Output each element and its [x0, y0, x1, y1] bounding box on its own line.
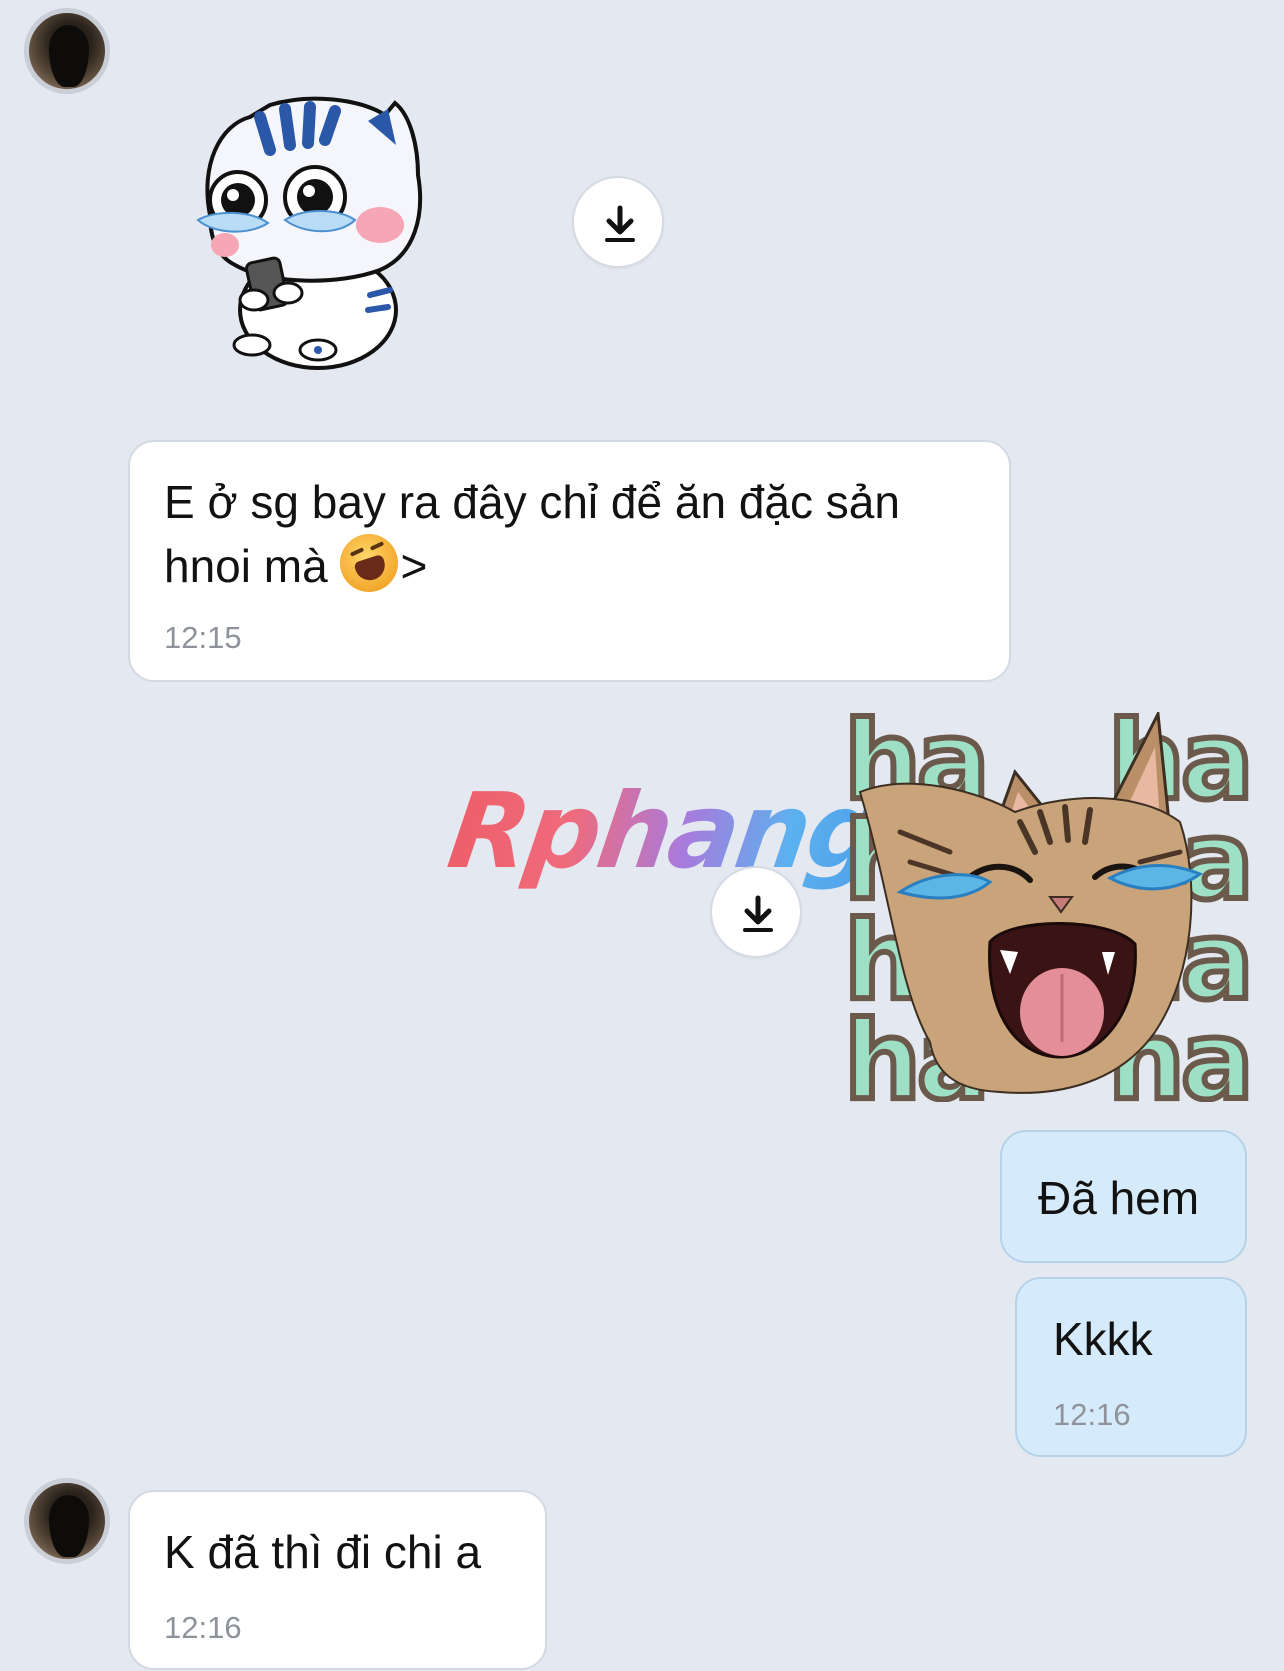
message-text-line1: E ở sg bay ra đây chỉ để ăn đặc sản [164, 476, 900, 528]
message-text: Kkkk [1053, 1313, 1153, 1365]
crying-cat-phone-sticker-image [196, 96, 423, 370]
message-text-line2-suffix: > [400, 540, 428, 592]
message-text-line2: hnoi mà > [164, 534, 427, 596]
contact-avatar[interactable] [24, 1478, 110, 1564]
outgoing-message-bubble[interactable]: Kkkk 12:16 [1015, 1277, 1247, 1457]
message-text-line2-prefix: hnoi mà [164, 540, 341, 592]
message-timestamp: 12:16 [1053, 1397, 1131, 1432]
laughing-face-emoji [340, 534, 399, 592]
incoming-message-bubble[interactable]: E ở sg bay ra đây chỉ để ăn đặc sản hnoi… [128, 440, 1011, 682]
crying-cat-phone-sticker[interactable] [190, 95, 430, 370]
message-timestamp: 12:16 [164, 1610, 242, 1645]
message-timestamp: 12:15 [164, 620, 242, 655]
laughing-kitten-image [858, 712, 1204, 1094]
avatar-silhouette [49, 25, 89, 87]
download-icon [605, 205, 635, 242]
message-text: K đã thì đi chi a [164, 1526, 482, 1578]
incoming-message-bubble[interactable]: K đã thì đi chi a 12:16 [128, 1490, 547, 1670]
haha-cat-sticker[interactable]: ha ha ha ha ha ha ha ha [840, 712, 1250, 1102]
avatar-silhouette [49, 1495, 89, 1557]
download-icon [743, 895, 773, 932]
watermark-logo: Rphang [441, 770, 888, 892]
download-sticker-button[interactable] [572, 176, 664, 268]
message-text: Đã hem [1038, 1172, 1200, 1224]
download-sticker-button[interactable] [710, 866, 802, 958]
outgoing-message-bubble[interactable]: Đã hem [1000, 1130, 1247, 1263]
contact-avatar[interactable] [24, 8, 110, 94]
